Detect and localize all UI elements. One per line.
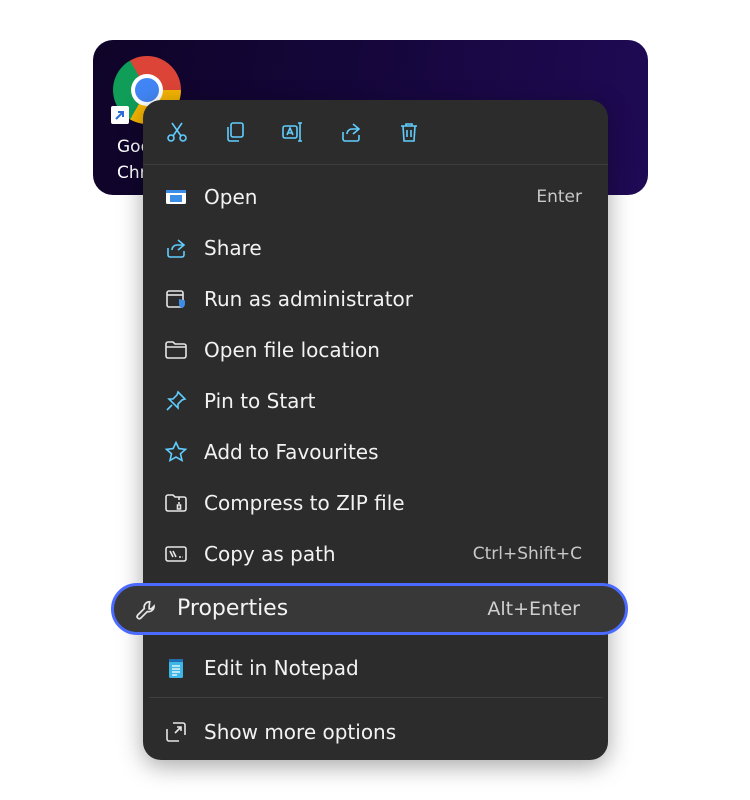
menu-item-properties-label: Properties [177,596,289,621]
menu-item-open-shortcut: Enter [536,187,582,207]
admin-shield-icon [164,287,188,311]
copy-icon [227,122,244,142]
menu-item-copy-as-path-label: Copy as path [204,542,336,566]
menu-item-share[interactable]: Share [149,225,602,271]
cut-button[interactable] [161,116,193,148]
wrench-icon [134,598,160,624]
quick-actions-bar [143,100,608,165]
menu-divider [149,697,602,698]
menu-item-open[interactable]: Open Enter [149,174,602,220]
menu-item-edit-in-notepad-label: Edit in Notepad [204,656,359,680]
menu-item-copy-as-path[interactable]: Copy as path Ctrl+Shift+C [149,531,602,577]
menu-item-open-label: Open [204,185,258,209]
menu-item-copy-as-path-shortcut: Ctrl+Shift+C [472,544,582,564]
menu-item-properties[interactable]: Properties Alt+Enter [111,583,628,635]
menu-item-show-more-options-label: Show more options [204,720,397,744]
notepad-icon [164,656,188,680]
rename-icon [282,122,302,142]
menu-item-compress-to-zip-label: Compress to ZIP file [204,491,405,515]
scissors-icon [167,122,187,142]
rename-button[interactable] [277,116,309,148]
shortcut-arrow-icon [111,106,129,124]
trash-icon [401,123,417,142]
menu-item-run-as-administrator[interactable]: Run as administrator [149,276,602,322]
menu-item-pin-to-start[interactable]: Pin to Start [149,378,602,424]
menu-item-open-file-location-label: Open file location [204,338,380,362]
menu-item-add-to-favourites[interactable]: Add to Favourites [149,429,602,475]
menu-item-add-to-favourites-label: Add to Favourites [204,440,379,464]
menu-item-show-more-options[interactable]: Show more options [149,709,602,755]
star-icon [164,440,188,464]
share-button[interactable] [335,116,367,148]
share-icon [164,236,188,260]
pin-icon [164,389,188,413]
menu-item-share-label: Share [204,236,262,260]
menu-item-compress-to-zip[interactable]: Compress to ZIP file [149,480,602,526]
menu-item-open-file-location[interactable]: Open file location [149,327,602,373]
copy-path-icon [164,542,188,566]
context-menu: Open Enter Share Run as administrator Op… [143,100,608,760]
menu-item-edit-in-notepad[interactable]: Edit in Notepad [149,645,602,691]
screen: Goo Chr Open Enter Share Run as administ… [0,0,750,800]
zip-folder-icon [164,491,188,515]
menu-item-pin-to-start-label: Pin to Start [204,389,316,413]
menu-item-run-as-administrator-label: Run as administrator [204,287,414,311]
copy-button[interactable] [219,116,251,148]
share-icon [342,123,361,142]
menu-item-properties-shortcut: Alt+Enter [487,598,580,620]
more-options-icon [164,720,188,744]
open-app-icon [164,185,188,209]
folder-icon [164,338,188,362]
delete-button[interactable] [393,116,425,148]
